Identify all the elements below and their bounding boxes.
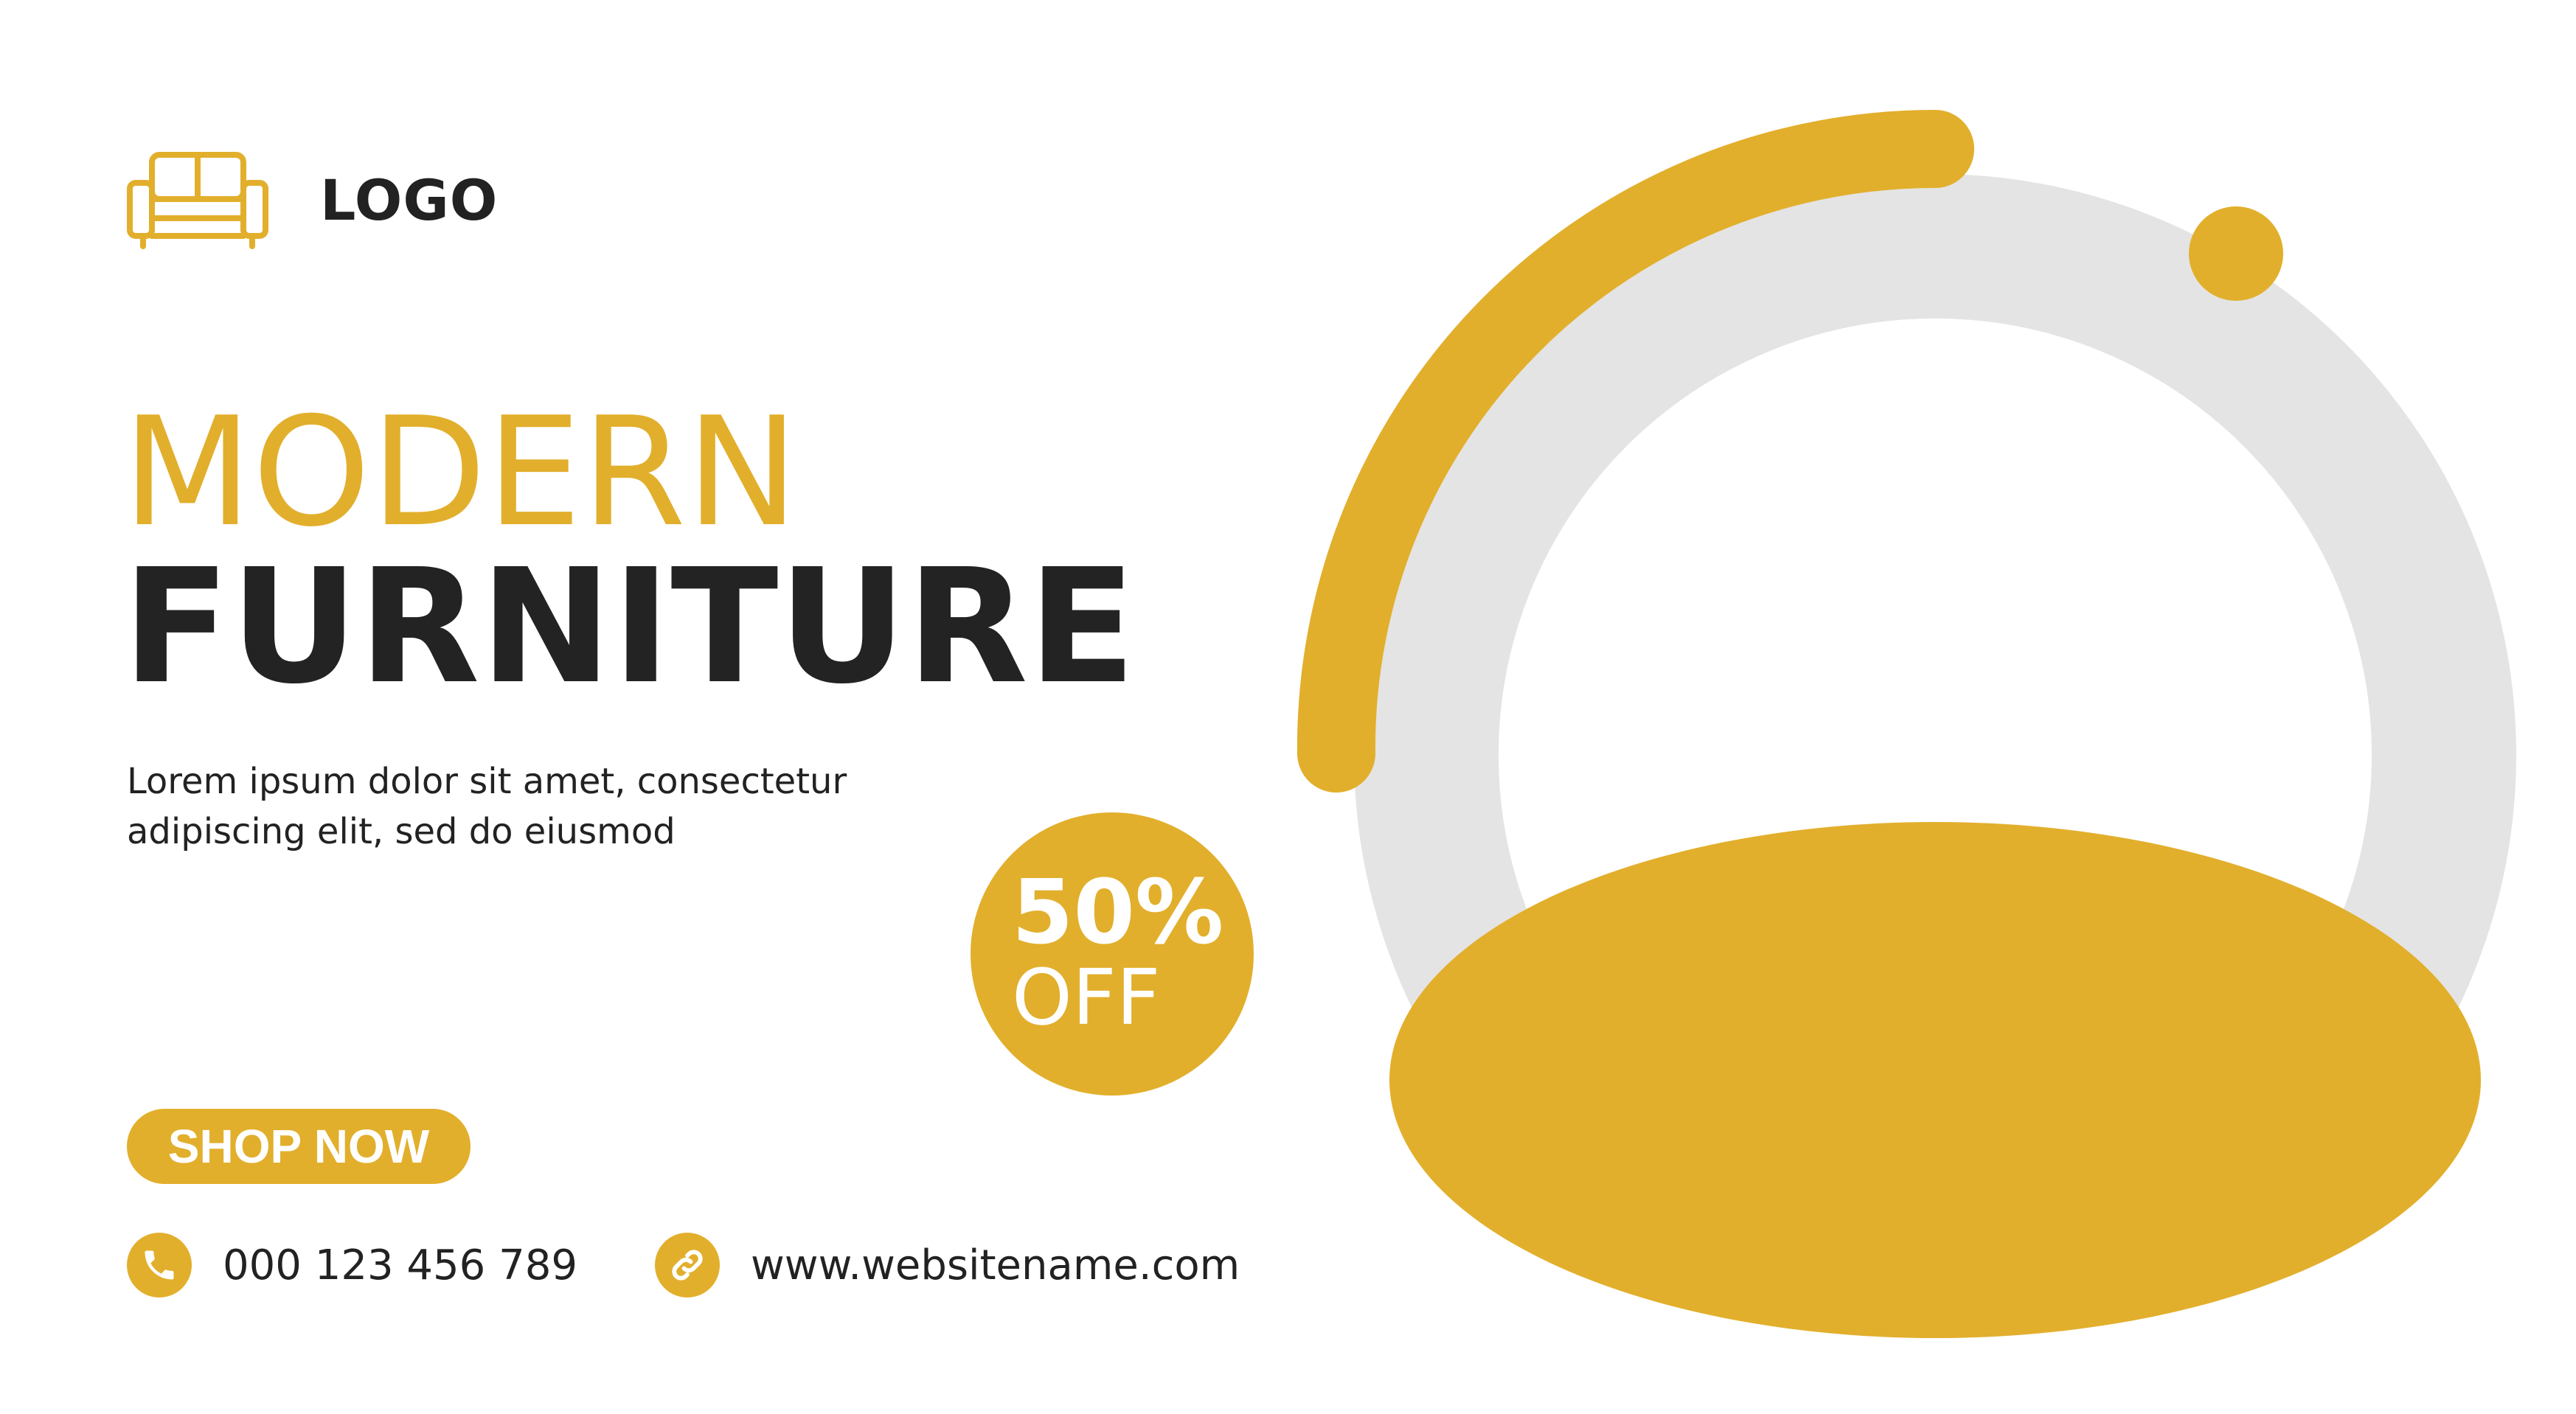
shop-now-button[interactable]: SHOP NOW [127, 1109, 471, 1184]
contact-website[interactable]: www.websitename.com [655, 1233, 1240, 1298]
description-line-2: adipiscing elit, sed do eiusmod [127, 811, 676, 852]
podium-ellipse [1389, 822, 2481, 1338]
headline-modern: MODERN [122, 386, 799, 560]
website-url: www.websitename.com [751, 1241, 1240, 1289]
discount-label: OFF [1012, 952, 1161, 1043]
contact-phone[interactable]: 000 123 456 789 [127, 1233, 577, 1298]
description-line-1: Lorem ipsum dolor sit amet, consectetur [127, 761, 847, 802]
discount-badge: 50% OFF [971, 812, 1254, 1096]
accent-dot [2189, 206, 2283, 301]
phone-number: 000 123 456 789 [223, 1241, 577, 1289]
headline-furniture: FURNITURE [122, 535, 1136, 719]
phone-icon [127, 1233, 192, 1298]
description: Lorem ipsum dolor sit amet, consectetur … [127, 756, 1012, 857]
discount-value: 50% [1012, 862, 1224, 965]
sofa-icon [127, 152, 268, 249]
link-icon [655, 1233, 720, 1298]
logo-text: LOGO [320, 167, 499, 233]
logo[interactable]: LOGO [127, 152, 498, 249]
promo-banner: LOGO MODERN FURNITURE Lorem ipsum dolor … [0, 0, 2576, 1414]
